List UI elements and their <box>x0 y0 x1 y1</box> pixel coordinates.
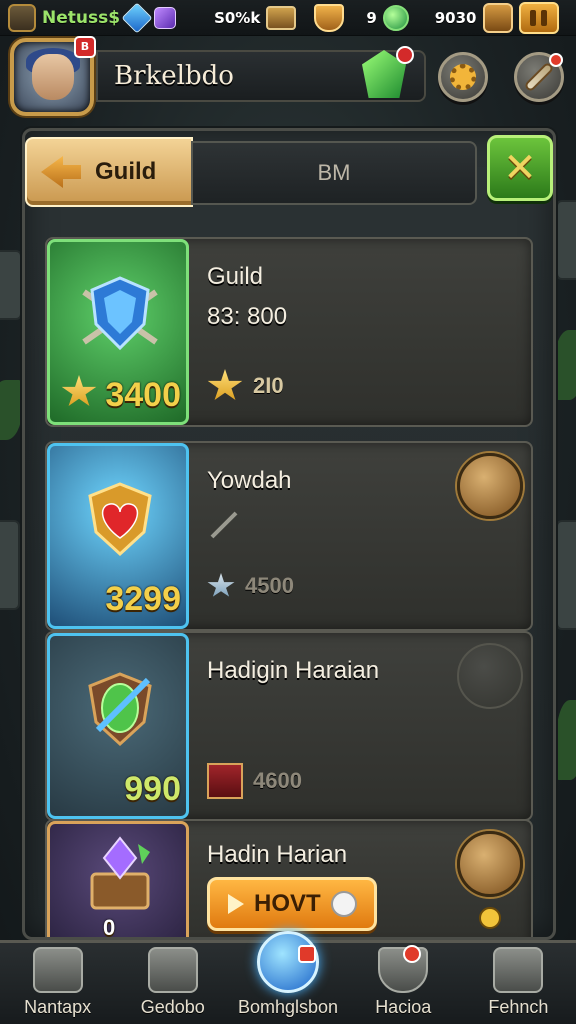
guild-card-3-power: 990 <box>124 770 181 808</box>
guild-card-2-stat: 4500 <box>207 573 294 599</box>
nav-item-forge[interactable]: Gedobo <box>115 943 230 1024</box>
sword-icon <box>526 64 552 90</box>
coin-icon <box>479 907 501 929</box>
player-tag: Netuss$ <box>42 7 121 28</box>
guild-card-1-stat-value: 2I0 <box>253 373 284 398</box>
tab-guild[interactable]: Guild <box>25 137 193 207</box>
pause-button[interactable] <box>518 1 559 34</box>
nav-label: Bomhglsbon <box>237 997 339 1017</box>
notification-badge <box>402 945 421 963</box>
bg-stone-left-2 <box>0 520 20 610</box>
nav-item-shield[interactable]: Hacioa <box>346 943 461 1024</box>
guild-card-3[interactable]: 990 Hadigin Haraian 4600 <box>45 631 533 821</box>
status-bar: Netuss$ S0%k 9 9030 <box>0 0 576 36</box>
resource-2-value: 9 <box>366 8 377 27</box>
guild-card-1-stat: 2I0 <box>207 369 284 403</box>
player-mini-avatar[interactable] <box>8 3 36 32</box>
banner-icon <box>207 763 243 799</box>
tab-bm[interactable]: BM <box>191 141 477 205</box>
guild-panel: Guild BM ✕ 3400 Guild 83: 800 2I0 3299 Y… <box>22 128 556 940</box>
anvil-icon <box>147 947 198 993</box>
guild-card-3-stat-value: 4600 <box>253 768 302 793</box>
hammer-icon[interactable] <box>482 2 513 33</box>
shield-currency-icon[interactable] <box>314 3 345 32</box>
battle-button[interactable] <box>514 52 564 102</box>
guild-card-4-title: Hadin Harian <box>207 841 348 868</box>
green-gem-icon[interactable] <box>382 4 409 31</box>
hovt-button-label: HOVT <box>254 890 321 917</box>
close-button[interactable]: ✕ <box>487 135 553 201</box>
purple-gem-icon[interactable] <box>154 6 177 29</box>
blue-shield-emblem-icon <box>82 276 158 351</box>
guild-card-3-stat: 4600 <box>207 763 302 799</box>
nav-item-scroll[interactable]: Fehnch <box>461 943 576 1024</box>
heart-crest-icon <box>88 482 152 557</box>
bg-foliage-left <box>0 380 22 440</box>
guild-card-4[interactable]: 0 Hadin Harian HOVT <box>45 819 533 940</box>
nav-label: Gedobo <box>140 997 205 1017</box>
star-icon <box>207 573 235 597</box>
bottom-nav: Nantapx Gedobo Bomhglsbon Hacioa Fehnch <box>0 931 576 1024</box>
profile-header: B Brkelbdo <box>10 36 566 116</box>
notification-badge <box>297 945 316 963</box>
guild-card-1-subtitle: 83: 800 <box>207 303 288 330</box>
bg-foliage-right <box>554 330 576 400</box>
chevron-right-icon <box>228 894 244 914</box>
guild-card-4-power: 0 <box>103 915 116 940</box>
notification-dot <box>396 46 414 64</box>
guild-card-1-title: Guild <box>207 263 264 290</box>
hovt-button[interactable]: HOVT <box>207 877 377 931</box>
guild-card-2-stat-value: 4500 <box>245 573 294 598</box>
guild-card-2-power: 3299 <box>105 580 181 618</box>
bg-stone-right-1 <box>556 200 576 280</box>
avatar-face <box>32 54 74 100</box>
guild-card-3-title: Hadigin Haraian <box>207 657 380 684</box>
avatar-badge: B <box>74 36 96 58</box>
back-arrow-icon <box>41 156 81 188</box>
nav-label: Hacioa <box>375 997 432 1017</box>
bg-stone-right-2 <box>556 520 576 630</box>
resource-3-value: 9030 <box>434 8 477 27</box>
nav-label: Fehnch <box>488 997 549 1017</box>
smiley-icon <box>330 891 357 917</box>
tab-guild-label: Guild <box>95 158 157 185</box>
home-icon <box>32 947 83 993</box>
bg-foliage-right-2 <box>556 700 576 780</box>
leaf-shield-icon <box>88 672 152 747</box>
star-icon <box>207 369 243 400</box>
nav-label: Nantapx <box>24 997 92 1017</box>
blue-gem-icon <box>121 1 153 34</box>
resource-1-value: S0%k <box>214 8 261 27</box>
gear-icon <box>450 64 476 90</box>
guild-card-2[interactable]: 3299 Yowdah 4500 <box>45 441 533 631</box>
guild-card-2-title: Yowdah <box>207 467 292 494</box>
settings-button[interactable] <box>438 52 488 102</box>
chest-icon[interactable] <box>457 453 523 519</box>
bg-stone-left-1 <box>0 250 22 320</box>
tab-bar: Guild BM <box>25 137 477 207</box>
crystal-chest-icon <box>90 836 150 910</box>
triangle-emblem-icon[interactable] <box>457 831 523 897</box>
nav-item-portal[interactable]: Bomhglsbon <box>230 931 345 1024</box>
guild-card-1[interactable]: 3400 Guild 83: 800 2I0 <box>45 237 533 427</box>
notification-dot <box>549 53 563 67</box>
guild-card-1-power: 3400 <box>105 376 181 414</box>
quill-icon <box>210 511 238 539</box>
chest-icon[interactable] <box>266 5 297 30</box>
clock-icon <box>457 643 523 709</box>
nav-item-home[interactable]: Nantapx <box>0 943 115 1024</box>
scroll-icon <box>493 947 544 993</box>
